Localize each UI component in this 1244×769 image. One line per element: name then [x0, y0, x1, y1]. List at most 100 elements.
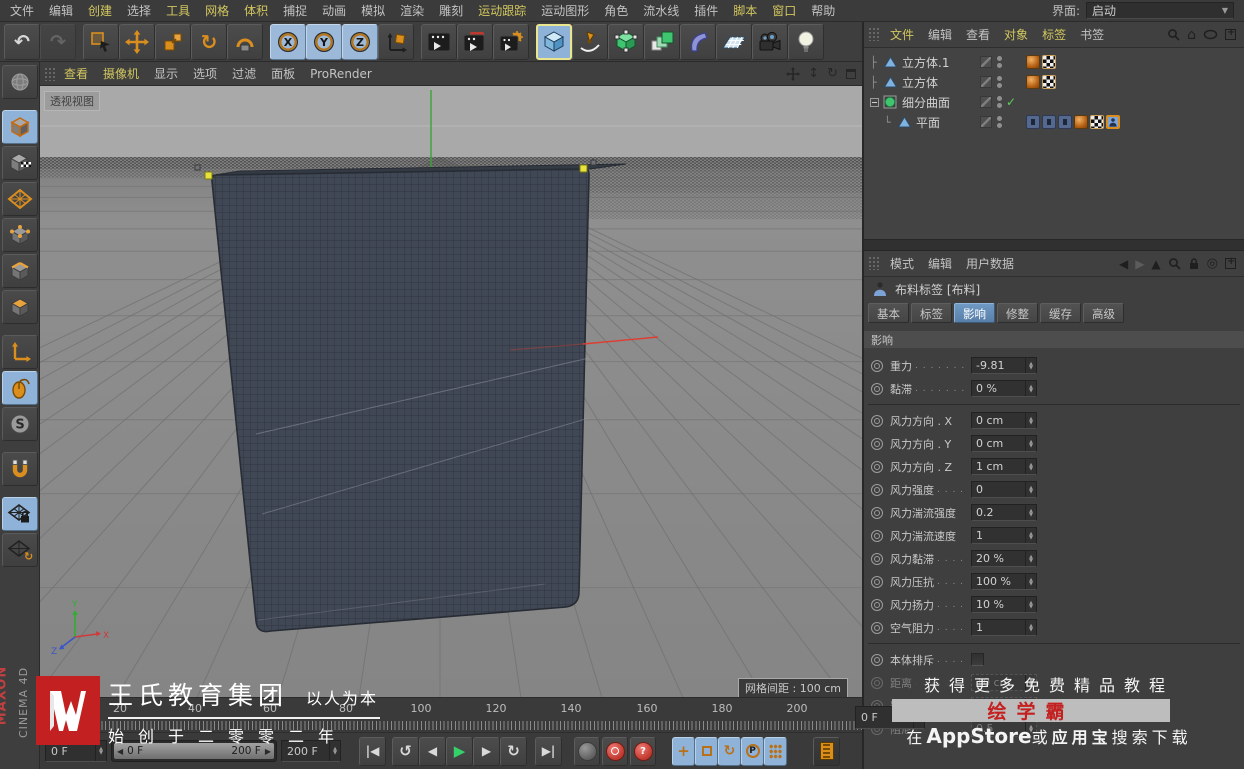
- pan-view-icon[interactable]: [786, 67, 800, 81]
- y-axis-lock-button[interactable]: Y: [306, 24, 342, 60]
- anim-dot-icon[interactable]: [871, 438, 883, 450]
- viewport-menu-camera[interactable]: 摄像机: [103, 65, 139, 82]
- stepper-icon[interactable]: ▲▼: [913, 707, 924, 728]
- tweak-mode-button[interactable]: [2, 371, 38, 405]
- point-selection-tag[interactable]: [1058, 115, 1072, 129]
- anim-dot-icon[interactable]: [871, 360, 883, 372]
- anim-dot-icon[interactable]: [871, 576, 883, 588]
- viewport[interactable]: Y X Z 透视视图 网格间距 : 100 cm: [40, 86, 862, 697]
- autokey-button[interactable]: [602, 737, 628, 766]
- planar-workplane-button[interactable]: ↻: [2, 533, 38, 567]
- current-frame-field[interactable]: 0 F▲▼: [855, 706, 925, 729]
- x-axis-lock-button[interactable]: X: [270, 24, 306, 60]
- workplane-mode-button[interactable]: [2, 182, 38, 216]
- air-resistance-field[interactable]: 1▲▼: [971, 619, 1037, 636]
- viewport-scene[interactable]: Y X Z: [40, 86, 862, 697]
- menu-motion-tracker[interactable]: 运动跟踪: [478, 2, 526, 19]
- tab-basic[interactable]: 基本: [868, 303, 909, 323]
- object-row-plane[interactable]: └ 平面: [864, 112, 1244, 132]
- render-view-button[interactable]: [421, 24, 457, 60]
- menu-snap[interactable]: 捕捉: [283, 2, 307, 19]
- model-mode-button[interactable]: [2, 110, 38, 144]
- render-to-picture-viewer-button[interactable]: [457, 24, 493, 60]
- range-left-arrow-icon[interactable]: ◀: [117, 747, 123, 756]
- menu-mesh[interactable]: 网格: [205, 2, 229, 19]
- menu-render[interactable]: 渲染: [400, 2, 424, 19]
- menu-script[interactable]: 脚本: [733, 2, 757, 19]
- viewport-menu-panel[interactable]: 面板: [271, 65, 295, 82]
- anim-dot-icon[interactable]: [871, 622, 883, 634]
- lock-workplane-button[interactable]: [2, 497, 38, 531]
- polygons-mode-button[interactable]: [2, 290, 38, 324]
- lock-icon[interactable]: [1188, 257, 1200, 270]
- search-icon[interactable]: [1167, 28, 1180, 41]
- tab-dresser[interactable]: 修整: [997, 303, 1038, 323]
- texture-tag[interactable]: [1090, 115, 1104, 129]
- anim-dot-icon[interactable]: [871, 383, 883, 395]
- viewport-menu-prorender[interactable]: ProRender: [310, 67, 372, 81]
- history-back-icon[interactable]: ◀: [1119, 258, 1128, 270]
- goto-end-button[interactable]: ▶|: [535, 737, 562, 766]
- tab-cache[interactable]: 缓存: [1040, 303, 1081, 323]
- convert-tool-button[interactable]: [2, 65, 38, 99]
- scale-tool-button[interactable]: [155, 24, 191, 60]
- anim-dot-icon[interactable]: [871, 654, 883, 666]
- viewport-menu-display[interactable]: 显示: [154, 65, 178, 82]
- layer-chip[interactable]: [980, 76, 992, 88]
- stepper-icon[interactable]: ▲▼: [1025, 574, 1036, 589]
- tab-tag[interactable]: 标签: [911, 303, 952, 323]
- snapping-button[interactable]: [2, 452, 38, 486]
- key-position-button[interactable]: +: [672, 737, 695, 766]
- move-tool-button[interactable]: [119, 24, 155, 60]
- selection-tool-button[interactable]: [83, 24, 119, 60]
- rotate-view-icon[interactable]: ↻: [827, 67, 838, 80]
- om-menu-file[interactable]: 文件: [890, 26, 914, 43]
- point-selection-tag[interactable]: [1042, 115, 1056, 129]
- stepper-icon[interactable]: ▲▼: [329, 741, 340, 761]
- phong-tag[interactable]: [1074, 115, 1088, 129]
- enabled-check-icon[interactable]: ✓: [1006, 95, 1020, 109]
- visibility-dots[interactable]: [997, 56, 1002, 68]
- wind-turbulence-speed-field[interactable]: 1▲▼: [971, 527, 1037, 544]
- stepper-icon[interactable]: ▲▼: [1025, 597, 1036, 612]
- new-panel-icon[interactable]: [1225, 258, 1236, 269]
- wind-strength-field[interactable]: 0▲▼: [971, 481, 1037, 498]
- texture-tag[interactable]: [1042, 75, 1056, 89]
- viewport-menu-view[interactable]: 查看: [64, 65, 88, 82]
- panel-grip[interactable]: [868, 27, 881, 41]
- gravity-field[interactable]: -9.81▲▼: [971, 357, 1037, 374]
- add-cube-object-button[interactable]: [536, 24, 572, 60]
- record-button[interactable]: [574, 737, 600, 766]
- parent-object-icon[interactable]: ▲: [1151, 258, 1160, 270]
- anim-dot-icon[interactable]: [871, 507, 883, 519]
- om-menu-objects[interactable]: 对象: [1004, 26, 1028, 43]
- wind-turbulence-strength-field[interactable]: 0.2▲▼: [971, 504, 1037, 521]
- start-frame-field[interactable]: 0 F▲▼: [45, 740, 107, 762]
- add-camera-button[interactable]: [752, 24, 788, 60]
- interface-dropdown[interactable]: 启动 ▼: [1086, 2, 1234, 19]
- key-rotation-button[interactable]: ↻: [718, 737, 741, 766]
- menu-tools[interactable]: 工具: [166, 2, 190, 19]
- visibility-dots[interactable]: [997, 76, 1002, 88]
- wind-drag-field[interactable]: 20 %▲▼: [971, 550, 1037, 567]
- anim-dot-icon[interactable]: [871, 461, 883, 473]
- menu-window[interactable]: 窗口: [772, 2, 796, 19]
- stepper-icon[interactable]: ▲▼: [1025, 551, 1036, 566]
- keyframe-selection-button[interactable]: ?: [630, 737, 656, 766]
- visibility-dots[interactable]: [997, 116, 1002, 128]
- wind-y-field[interactable]: 0 cm▲▼: [971, 435, 1037, 452]
- om-menu-bookmarks[interactable]: 书签: [1080, 26, 1104, 43]
- stepper-icon[interactable]: ▲▼: [1025, 459, 1036, 474]
- menu-select[interactable]: 选择: [127, 2, 151, 19]
- anim-dot-icon[interactable]: [871, 553, 883, 565]
- stepper-icon[interactable]: ▲▼: [1025, 413, 1036, 428]
- menu-character[interactable]: 角色: [604, 2, 628, 19]
- point-selection-tag[interactable]: [1026, 115, 1040, 129]
- timeline-ruler[interactable]: 20 40 60 80 100 120 140 160 180 200: [40, 698, 862, 733]
- add-light-button[interactable]: [788, 24, 824, 60]
- coordinate-system-button[interactable]: [378, 24, 414, 60]
- layer-chip[interactable]: [980, 56, 992, 68]
- previous-frame-button[interactable]: ◀: [419, 737, 446, 766]
- layer-chip[interactable]: [980, 96, 992, 108]
- texture-tag[interactable]: [1042, 55, 1056, 69]
